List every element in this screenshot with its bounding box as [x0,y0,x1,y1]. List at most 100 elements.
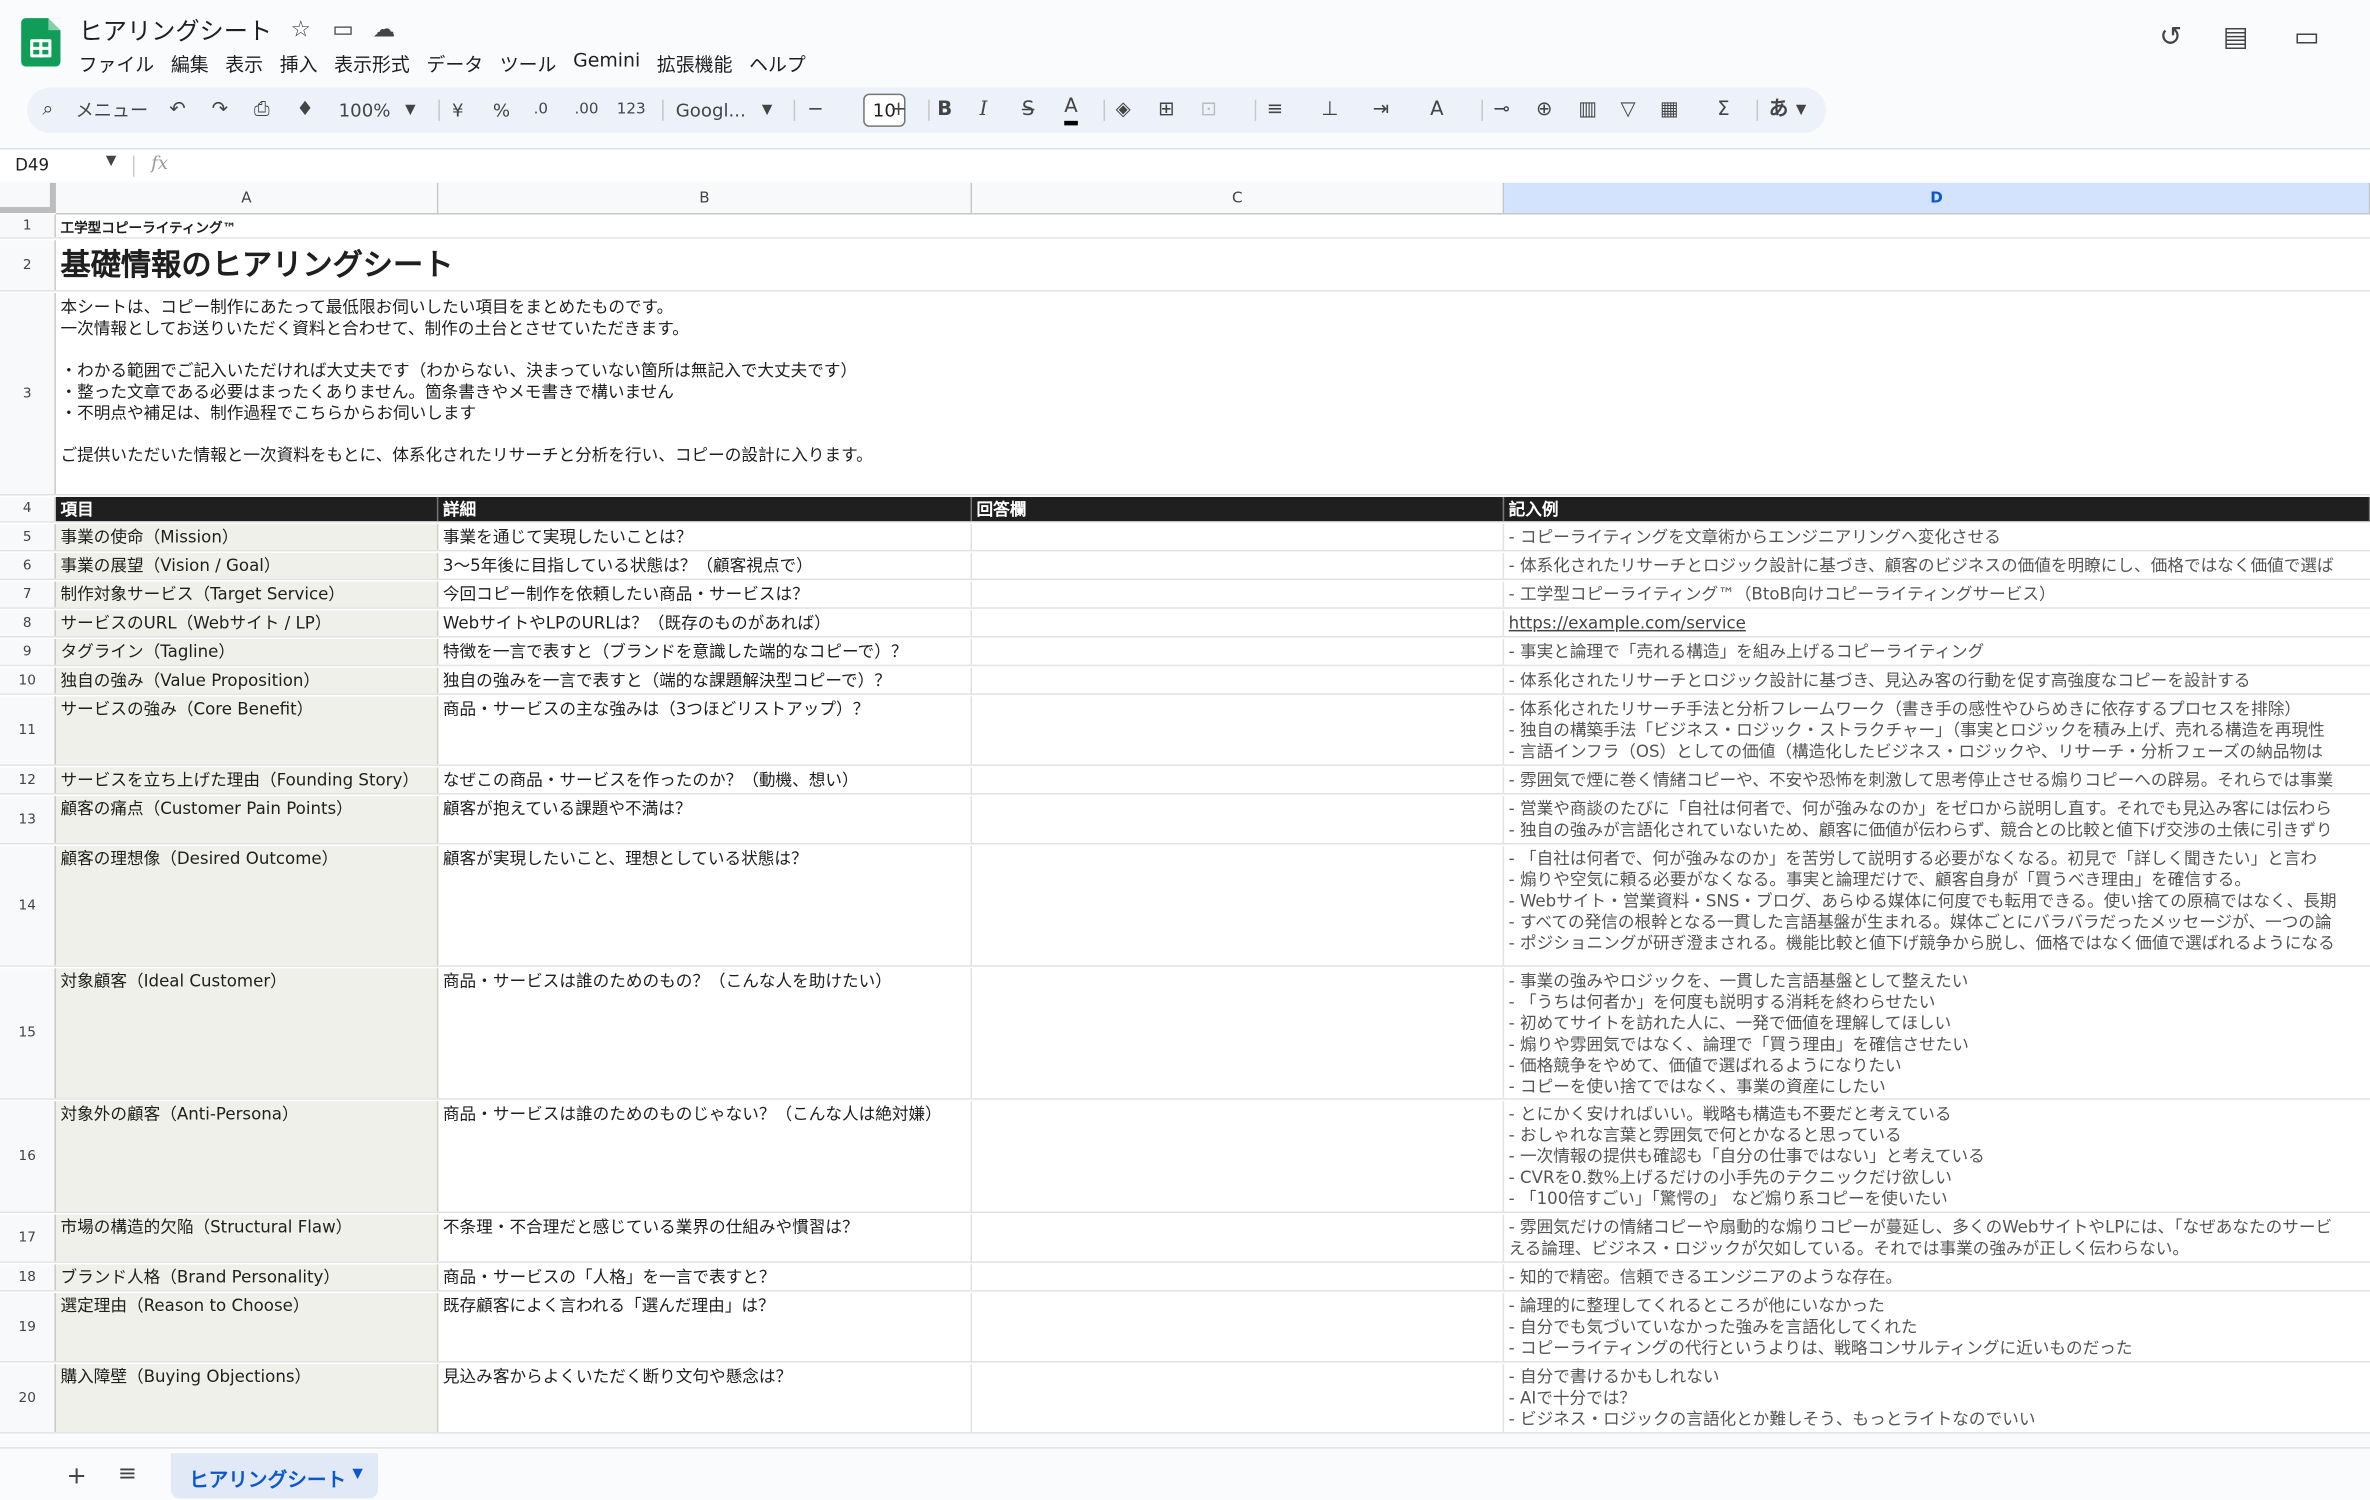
text-rotation-icon[interactable]: A [1430,95,1443,125]
cell-b[interactable]: 詳細 [438,496,973,522]
cell-a[interactable]: 顧客の理想像（Desired Outcome） [55,845,439,966]
italic-icon[interactable]: I [980,95,988,125]
cell-d[interactable]: - 体系化されたリサーチとロジック設計に基づき、顧客のビジネスの価値を明瞭にし、… [1504,553,2370,579]
menu-data[interactable]: データ [426,48,493,76]
add-sheet-icon[interactable]: + [67,1461,87,1490]
cell-a[interactable]: 独自の強み（Value Proposition） [55,667,439,694]
cell-a[interactable]: 制作対象サービス（Target Service） [55,581,439,608]
name-box-chevron-icon[interactable]: ▼ [106,154,116,169]
horizontal-align-icon[interactable]: ≡ [1267,95,1283,125]
column-header-a[interactable]: A [55,182,439,215]
menu-view[interactable]: 表示 [225,48,273,76]
row-header[interactable]: 15 [0,968,56,1099]
cell-c[interactable] [972,796,1505,843]
star-icon[interactable]: ☆ [287,15,314,42]
cell-b[interactable]: なぜこの商品・サービスを作ったのか？（動機、想い） [438,767,973,794]
row-header[interactable]: 6 [0,552,56,579]
cell-b[interactable]: 特徴を一言で表すと（ブランドを意識した端的なコピーで）？ [438,638,973,665]
name-box[interactable]: D49 [15,156,49,176]
increase-decimal-button[interactable]: .00 [574,95,598,125]
cell-a[interactable]: ブランド人格（Brand Personality） [55,1264,439,1291]
cell-b[interactable]: 商品・サービスの「人格」を一言で表すと？ [438,1264,973,1291]
cell-d[interactable]: - 知的で精密。信頼できるエンジニアのような存在。 [1504,1264,2370,1290]
cell-a[interactable]: 購入障壁（Buying Objections） [55,1364,439,1433]
cell-b[interactable]: 商品・サービスの主な強みは（3つほどリストアップ）？ [438,696,973,765]
strikethrough-icon[interactable]: S [1022,95,1034,125]
cell-a[interactable]: 本シートは、コピー制作にあたって最低限お伺いしたい項目をまとめたものです。 一次… [55,293,2370,494]
cell-c[interactable] [972,845,1505,966]
cell-b[interactable]: 見込み客からよくいただく断り文句や懸念は？ [438,1364,973,1433]
row-header[interactable]: 20 [0,1364,56,1433]
cell-a[interactable]: 工学型コピーライティング™ [55,214,2370,238]
menu-search-label[interactable]: メニュー [76,95,149,125]
document-title[interactable]: ヒアリングシート [79,11,273,47]
column-header-c[interactable]: C [972,182,1505,215]
cell-b[interactable]: 顧客が抱えている課題や不満は？ [438,796,973,843]
font-size-minus-icon[interactable]: − [807,95,823,125]
cell-a[interactable]: 基礎情報のヒアリングシート [55,240,2370,291]
zoom-chevron-icon[interactable]: ▼ [405,95,415,125]
merge-cells-icon[interactable]: ⊡ [1200,95,1216,125]
text-color-icon[interactable]: A [1064,95,1078,126]
cell-a[interactable]: サービスの強み（Core Benefit） [55,696,439,765]
cell-b[interactable]: 不条理・不合理だと感じている業界の仕組みや慣習は？ [438,1214,973,1262]
row-header[interactable]: 17 [0,1214,56,1262]
cell-a[interactable]: 市場の構造的欠陥（Structural Flaw） [55,1214,439,1262]
cell-b[interactable]: 今回コピー制作を依頼したい商品・サービスは？ [438,581,973,608]
row-header[interactable]: 1 [0,214,56,238]
input-tools-chevron-icon[interactable]: ▼ [1796,95,1806,125]
cell-c[interactable] [972,1264,1505,1291]
cell-b[interactable]: WebサイトやLPのURLは？（既存のものがあれば） [438,610,973,636]
cell-d[interactable]: - 自分で書けるかもしれない - AIで十分では？ - ビジネス・ロジックの言語… [1504,1364,2370,1432]
cell-c[interactable] [972,1293,1505,1362]
cell-d[interactable]: - 体系化されたリサーチ手法と分析フレームワーク（書き手の感性やひらめきに依存す… [1504,696,2370,764]
sheets-logo-icon[interactable] [21,18,61,67]
cell-d[interactable]: https://example.com/service [1504,610,2370,636]
menu-insert[interactable]: 挿入 [280,48,328,76]
cell-c[interactable] [972,696,1505,765]
cell-c[interactable] [972,610,1505,636]
row-header[interactable]: 5 [0,524,56,550]
row-header[interactable]: 14 [0,845,56,966]
row-header[interactable]: 12 [0,767,56,794]
row-header[interactable]: 19 [0,1293,56,1362]
row-header[interactable]: 7 [0,581,56,608]
comments-icon[interactable]: ▤ [2218,21,2254,54]
column-header-d[interactable]: D [1504,182,2370,215]
cell-c[interactable] [972,1101,1505,1212]
cell-b[interactable]: 3〜5年後に目指している状態は？（顧客視点で） [438,552,973,579]
select-all-corner[interactable] [0,182,56,213]
spreadsheet-grid[interactable]: A B C D 1 工学型コピーライティング™ 2 基礎情報のヒアリングシート 3 本シー… [0,182,2370,1434]
cell-a[interactable]: 選定理由（Reason to Choose） [55,1293,439,1362]
fill-color-icon[interactable]: ◈ [1116,95,1131,125]
cell-b[interactable]: 商品・サービスは誰のためのもの？（こんな人を助けたい） [438,968,973,1099]
cell-b[interactable]: 商品・サービスは誰のためのものじゃない？（こんな人は絶対嫌） [438,1101,973,1212]
row-header[interactable]: 11 [0,696,56,765]
sheet-tab[interactable]: ヒアリングシート ▼ [170,1453,378,1499]
percent-format-button[interactable]: % [493,95,510,125]
cell-b[interactable]: 顧客が実現したいこと、理想としている状態は？ [438,845,973,966]
currency-format-button[interactable]: ¥ [452,95,464,125]
sheet-tab-chevron-icon[interactable]: ▼ [352,1467,362,1482]
menu-edit[interactable]: 編集 [171,48,219,76]
row-header[interactable]: 8 [0,610,56,636]
all-sheets-icon[interactable]: ≡ [118,1459,137,1486]
insert-link-icon[interactable]: ⊸ [1494,95,1510,125]
row-header[interactable]: 9 [0,638,56,665]
font-size-plus-icon[interactable]: + [890,95,906,125]
cell-b[interactable]: 独自の強みを一言で表すと（端的な課題解決型コピーで）？ [438,667,973,694]
cell-d[interactable]: - 事業の強みやロジックを、一貫した言語基盤として整えたい - 「うちは何者か」… [1504,968,2370,1098]
number-format-button[interactable]: 123 [617,95,646,125]
cell-a[interactable]: 項目 [55,496,439,522]
cell-a[interactable]: 対象顧客（Ideal Customer） [55,968,439,1099]
menu-format[interactable]: 表示形式 [334,48,420,76]
cell-c[interactable] [972,581,1505,608]
row-header[interactable]: 18 [0,1264,56,1291]
insert-chart-icon[interactable]: ▥ [1578,95,1597,125]
borders-icon[interactable]: ⊞ [1158,95,1174,125]
row-header[interactable]: 10 [0,667,56,694]
cell-d[interactable]: 記入例 [1504,496,2370,522]
zoom-select[interactable]: 100% [339,95,391,125]
filter-icon[interactable]: ▽ [1621,95,1636,125]
cell-c[interactable] [972,1214,1505,1262]
